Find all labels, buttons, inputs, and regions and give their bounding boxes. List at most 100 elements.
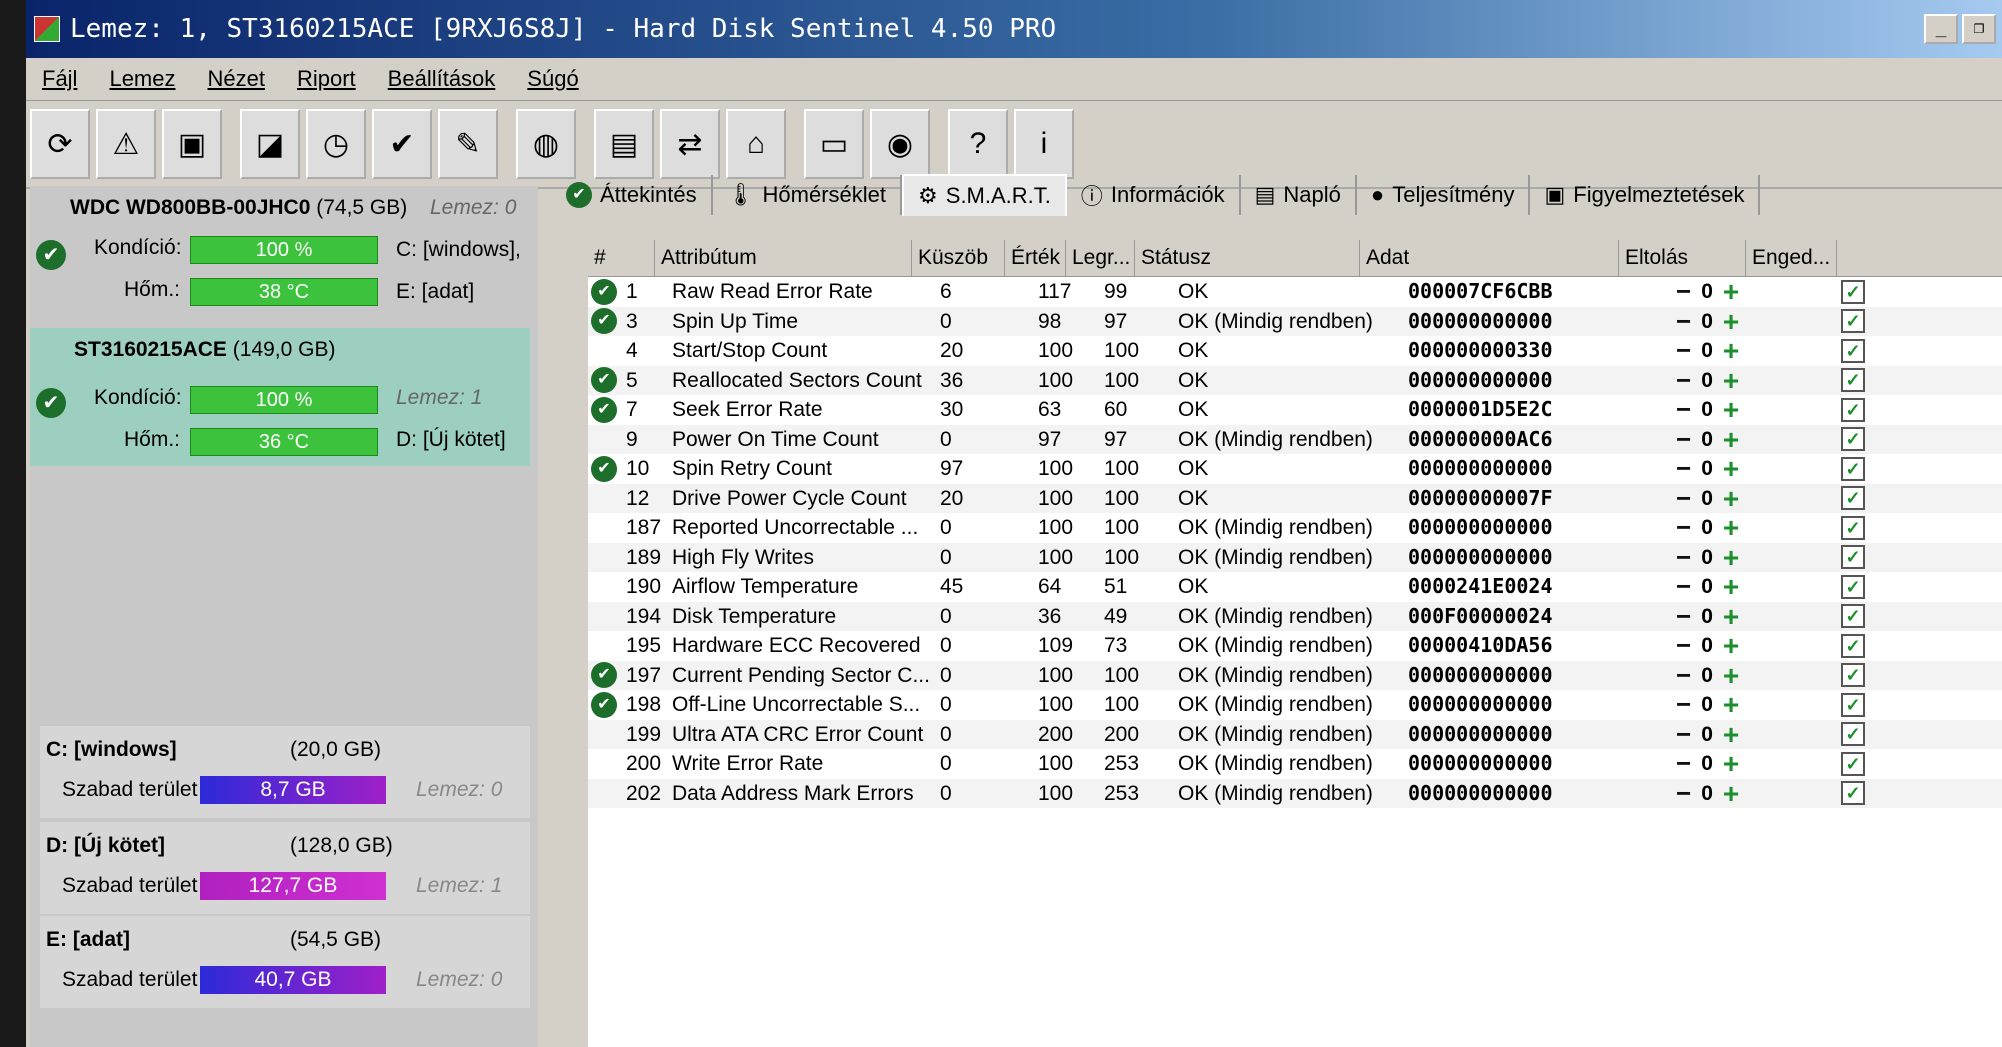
table-row[interactable]: 187 Reported Uncorrectable ... 0 100 100 OK (… — [588, 513, 2002, 543]
table-row[interactable]: 194 Disk Temperature 0 36 49 OK (Mindig rendb… — [588, 601, 2002, 631]
disk-icon[interactable]: ▣ — [162, 109, 222, 179]
menu-help[interactable]: Súgó — [511, 66, 594, 92]
enabled-checkbox[interactable]: ✓ — [1841, 574, 1865, 599]
minus-icon[interactable]: − — [1676, 631, 1691, 660]
globe-icon[interactable]: ◍ — [516, 109, 576, 179]
table-row[interactable]: 202 Data Address Mark Errors 0 100 253 OK (Mi… — [588, 778, 2002, 808]
minus-icon[interactable]: − — [1676, 661, 1691, 690]
minus-icon[interactable]: − — [1676, 779, 1691, 808]
table-row[interactable]: ✔ 3 Spin Up Time 0 98 97 OK (Mindig rendben) 00… — [588, 306, 2002, 336]
plus-icon[interactable]: + — [1723, 779, 1739, 808]
plus-icon[interactable]: + — [1723, 631, 1739, 660]
enabled-checkbox[interactable]: ✓ — [1841, 781, 1865, 806]
plus-icon[interactable]: + — [1723, 661, 1739, 690]
table-row[interactable]: 12 Drive Power Cycle Count 20 100 100 OK 00000… — [588, 483, 2002, 513]
minus-icon[interactable]: − — [1676, 277, 1691, 306]
col-value[interactable]: Érték — [1005, 240, 1066, 276]
table-row[interactable]: ✔ 5 Reallocated Sectors Count 36 100 100 OK 000… — [588, 365, 2002, 395]
plus-icon[interactable]: + — [1723, 336, 1739, 365]
col-worst[interactable]: Legr... — [1066, 240, 1135, 276]
minus-icon[interactable]: − — [1676, 454, 1691, 483]
info-icon[interactable]: i — [1014, 109, 1074, 179]
plus-icon[interactable]: + — [1723, 602, 1739, 631]
minimize-button[interactable]: _ — [1924, 14, 1958, 44]
plus-icon[interactable]: + — [1723, 690, 1739, 719]
table-row[interactable]: ✔ 198 Off-Line Uncorrectable S... 0 100 100 OK… — [588, 690, 2002, 720]
col-offset[interactable]: Eltolás — [1619, 240, 1746, 276]
tab-performance[interactable]: ● Teljesítmény — [1357, 175, 1531, 215]
enabled-checkbox[interactable]: ✓ — [1841, 515, 1865, 540]
table-row[interactable]: 189 High Fly Writes 0 100 100 OK (Mindig rend… — [588, 542, 2002, 572]
tab-smart[interactable]: ⚙ S.M.A.R.T. — [902, 174, 1067, 216]
table-row[interactable]: 200 Write Error Rate 0 100 253 OK (Mindig ren… — [588, 749, 2002, 779]
enabled-checkbox[interactable]: ✓ — [1841, 309, 1865, 334]
menu-file[interactable]: Fájl — [26, 66, 93, 92]
minus-icon[interactable]: − — [1676, 543, 1691, 572]
tab-temperature[interactable]: 🌡 Hőmérséklet — [713, 175, 903, 215]
plus-icon[interactable]: + — [1723, 484, 1739, 513]
restore-button[interactable]: ❐ — [1962, 14, 1996, 44]
warning-icon[interactable]: ⚠ — [96, 109, 156, 179]
tab-alerts[interactable]: ▣ Figyelmeztetések — [1530, 175, 1761, 215]
enabled-checkbox[interactable]: ✓ — [1841, 456, 1865, 481]
volume-item[interactable]: E: [adat] (54,5 GB) Szabad terület 40,7 … — [40, 916, 530, 1008]
plus-icon[interactable]: + — [1723, 425, 1739, 454]
table-row[interactable]: ✔ 197 Current Pending Sector C... 0 100 100 OK… — [588, 660, 2002, 690]
plus-icon[interactable]: + — [1723, 749, 1739, 778]
plus-icon[interactable]: + — [1723, 513, 1739, 542]
col-enabled[interactable]: Enged... — [1746, 240, 1837, 276]
menu-report[interactable]: Riport — [281, 66, 372, 92]
table-row[interactable]: 4 Start/Stop Count 20 100 100 OK 000000000330 −… — [588, 336, 2002, 366]
table-row[interactable]: ✔ 10 Spin Retry Count 97 100 100 OK 00000000000… — [588, 454, 2002, 484]
enabled-checkbox[interactable]: ✓ — [1841, 338, 1865, 363]
enabled-checkbox[interactable]: ✓ — [1841, 368, 1865, 393]
table-row[interactable]: 190 Airflow Temperature 45 64 51 OK 0000241E00… — [588, 572, 2002, 602]
minus-icon[interactable]: − — [1676, 425, 1691, 454]
col-threshold[interactable]: Küszöb — [912, 240, 1005, 276]
table-row[interactable]: ✔ 7 Seek Error Rate 30 63 60 OK 0000001D5E2C −0 +… — [588, 395, 2002, 425]
minus-icon[interactable]: − — [1676, 749, 1691, 778]
minus-icon[interactable]: − — [1676, 307, 1691, 336]
minus-icon[interactable]: − — [1676, 395, 1691, 424]
tab-information[interactable]: ⓘ Információk — [1067, 175, 1241, 215]
help-icon[interactable]: ? — [948, 109, 1008, 179]
refresh-icon[interactable]: ⟳ — [30, 109, 90, 179]
sync-icon[interactable]: ⇄ — [660, 109, 720, 179]
col-num[interactable]: # — [588, 240, 655, 276]
enabled-checkbox[interactable]: ✓ — [1841, 486, 1865, 511]
minus-icon[interactable]: − — [1676, 336, 1691, 365]
plus-icon[interactable]: + — [1723, 543, 1739, 572]
menu-settings[interactable]: Beállítások — [372, 66, 512, 92]
plus-icon[interactable]: + — [1723, 572, 1739, 601]
table-row[interactable]: 9 Power On Time Count 0 97 97 OK (Mindig rend… — [588, 424, 2002, 454]
table-row[interactable]: ✔ 1 Raw Read Error Rate 6 117 99 OK 000007CF6CB… — [588, 277, 2002, 307]
enabled-checkbox[interactable]: ✓ — [1841, 545, 1865, 570]
col-status[interactable]: Státusz — [1135, 240, 1360, 276]
volume-item[interactable]: C: [windows] (20,0 GB) Szabad terület 8,… — [40, 726, 530, 818]
col-attribute[interactable]: Attribútum — [655, 240, 912, 276]
tab-log[interactable]: ▤ Napló — [1241, 175, 1357, 215]
monitor-icon[interactable]: ▭ — [804, 109, 864, 179]
minus-icon[interactable]: − — [1676, 720, 1691, 749]
enabled-checkbox[interactable]: ✓ — [1841, 279, 1865, 304]
minus-icon[interactable]: − — [1676, 484, 1691, 513]
minus-icon[interactable]: − — [1676, 690, 1691, 719]
disk-card-0[interactable]: WDC WD800BB-00JHC0 (74,5 GB) Lemez: 0 ✔ … — [30, 186, 530, 324]
table-row[interactable]: 195 Hardware ECC Recovered 0 109 73 OK (Mindi… — [588, 631, 2002, 661]
plus-icon[interactable]: + — [1723, 395, 1739, 424]
menu-view[interactable]: Nézet — [192, 66, 281, 92]
network-icon[interactable]: ⌂ — [726, 109, 786, 179]
drive-icon[interactable]: ◪ — [240, 109, 300, 179]
tab-overview[interactable]: ✔ Áttekintés — [552, 175, 713, 215]
minus-icon[interactable]: − — [1676, 572, 1691, 601]
plus-icon[interactable]: + — [1723, 366, 1739, 395]
minus-icon[interactable]: − — [1676, 513, 1691, 542]
enabled-checkbox[interactable]: ✓ — [1841, 397, 1865, 422]
plus-icon[interactable]: + — [1723, 307, 1739, 336]
col-data[interactable]: Adat — [1360, 240, 1619, 276]
drive-clock-icon[interactable]: ◷ — [306, 109, 366, 179]
menu-disk[interactable]: Lemez — [93, 66, 191, 92]
speaker-icon[interactable]: ◉ — [870, 109, 930, 179]
enabled-checkbox[interactable]: ✓ — [1841, 663, 1865, 688]
minus-icon[interactable]: − — [1676, 602, 1691, 631]
